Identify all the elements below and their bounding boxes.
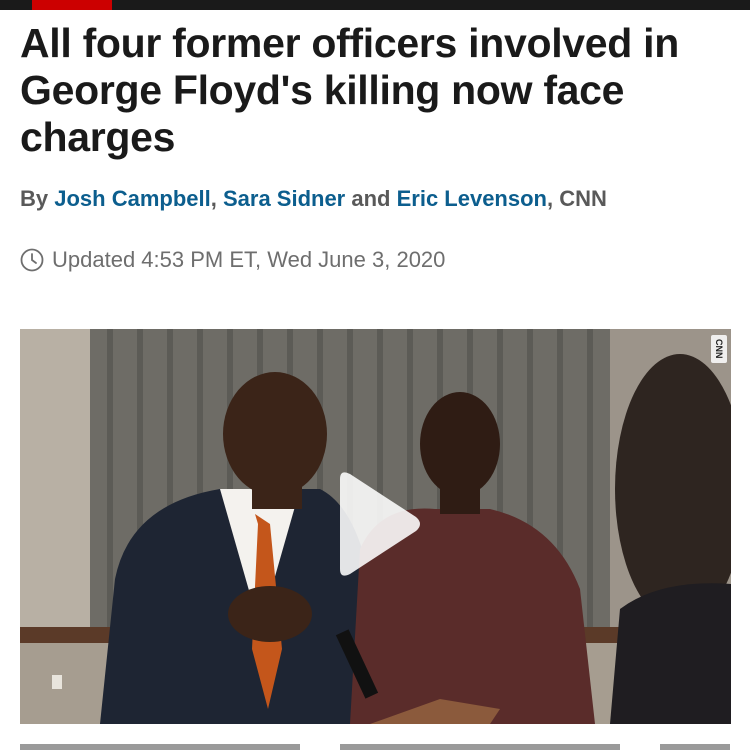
article-byline: By Josh Campbell, Sara Sidner and Eric L… xyxy=(20,186,607,212)
clock-icon xyxy=(20,248,44,272)
byline-prefix: By xyxy=(20,186,55,211)
play-icon[interactable] xyxy=(332,469,422,579)
top-nav-bar xyxy=(0,0,750,10)
byline-separator: , xyxy=(210,186,223,211)
author-link-josh-campbell[interactable]: Josh Campbell xyxy=(54,186,210,211)
author-link-sara-sidner[interactable]: Sara Sidner xyxy=(223,186,345,211)
byline-separator: , xyxy=(546,186,560,211)
cnn-logo-tab[interactable] xyxy=(32,0,112,10)
byline-separator: and xyxy=(345,186,397,211)
article-headline: All four former officers involved in Geo… xyxy=(20,20,679,160)
cnn-watermark: CNN xyxy=(711,335,727,363)
author-link-eric-levenson[interactable]: Eric Levenson xyxy=(397,186,547,211)
related-thumbnail[interactable] xyxy=(660,744,730,750)
article-timestamp: Updated 4:53 PM ET, Wed June 3, 2020 xyxy=(20,247,445,273)
related-thumbnail[interactable] xyxy=(340,744,620,750)
byline-source: CNN xyxy=(559,186,607,211)
updated-text: Updated 4:53 PM ET, Wed June 3, 2020 xyxy=(52,247,446,272)
related-thumbnail[interactable] xyxy=(20,744,300,750)
video-player[interactable]: CNN xyxy=(20,329,731,724)
related-thumbnails-strip xyxy=(0,744,750,750)
